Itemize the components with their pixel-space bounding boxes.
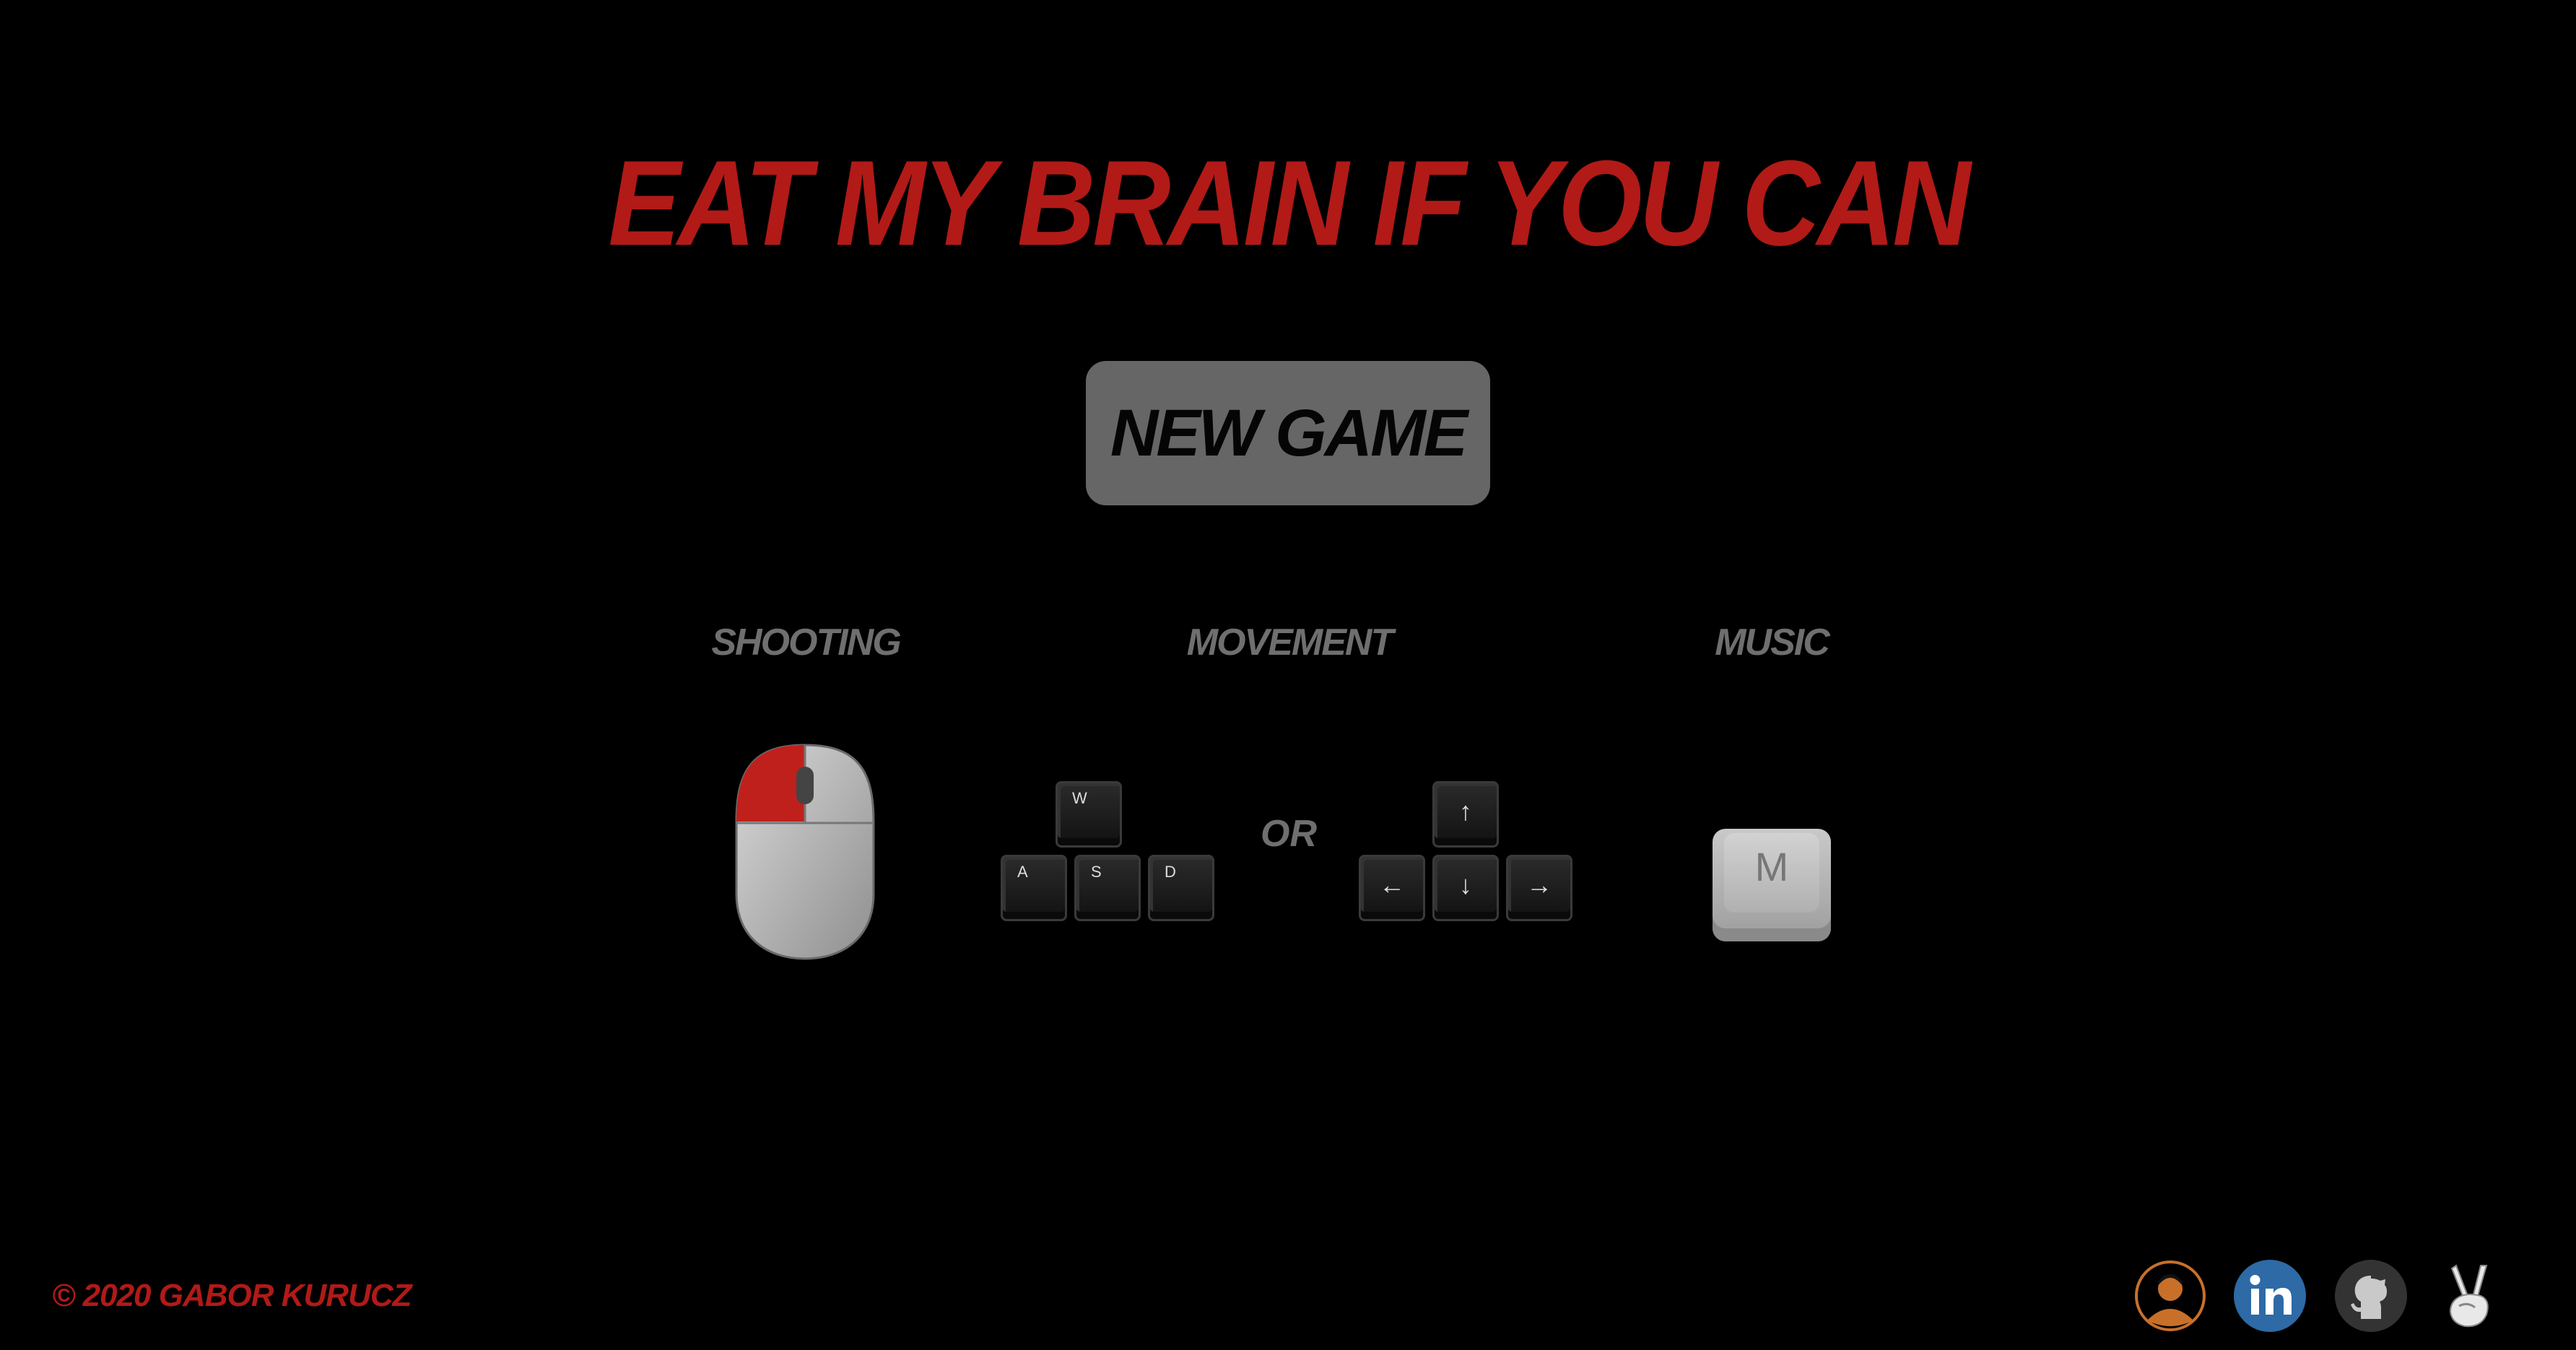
key-m: M: [1713, 829, 1831, 941]
key-s: S: [1074, 855, 1141, 921]
movement-label: MOVEMENT: [1186, 622, 1393, 663]
key-left-label: ←: [1379, 870, 1405, 900]
key-up-arrow: ↑: [1432, 781, 1499, 848]
key-a: A: [1001, 855, 1067, 921]
key-up-label: ↑: [1459, 796, 1472, 826]
game-menu-screen: EAT MY BRAIN IF YOU CAN NEW GAME SHOOTIN…: [0, 0, 2576, 1350]
github-link[interactable]: [2335, 1260, 2407, 1332]
peace-link[interactable]: [2434, 1260, 2507, 1332]
key-s-label: S: [1091, 863, 1102, 881]
game-title: EAT MY BRAIN IF YOU CAN: [608, 134, 1970, 271]
key-a-label: A: [1017, 863, 1028, 881]
key-down-arrow: ↓: [1432, 855, 1499, 921]
github-icon: [2351, 1276, 2387, 1319]
new-game-button[interactable]: NEW GAME: [1086, 361, 1490, 505]
key-left-arrow: ←: [1359, 855, 1425, 921]
key-down-label: ↓: [1459, 870, 1472, 900]
key-d: D: [1148, 855, 1214, 921]
peace-hand-icon: [2449, 1264, 2489, 1328]
linkedin-link[interactable]: [2234, 1260, 2306, 1332]
key-m-label: M: [1754, 844, 1789, 889]
profile-icon: [2135, 1260, 2206, 1331]
key-w: W: [1056, 781, 1122, 848]
or-label: OR: [1261, 813, 1317, 855]
key-right-label: →: [1526, 870, 1552, 900]
linkedin-icon: [2250, 1275, 2292, 1315]
key-right-arrow: →: [1506, 855, 1572, 921]
copyright-text: © 2020 GABOR KURUCZ: [52, 1278, 412, 1313]
music-label: MUSIC: [1715, 622, 1830, 663]
shooting-label: SHOOTING: [711, 622, 901, 663]
key-w-label: W: [1072, 789, 1087, 807]
mouse-icon: [735, 744, 875, 960]
key-d-label: D: [1165, 863, 1176, 881]
profile-link[interactable]: [2134, 1260, 2206, 1332]
